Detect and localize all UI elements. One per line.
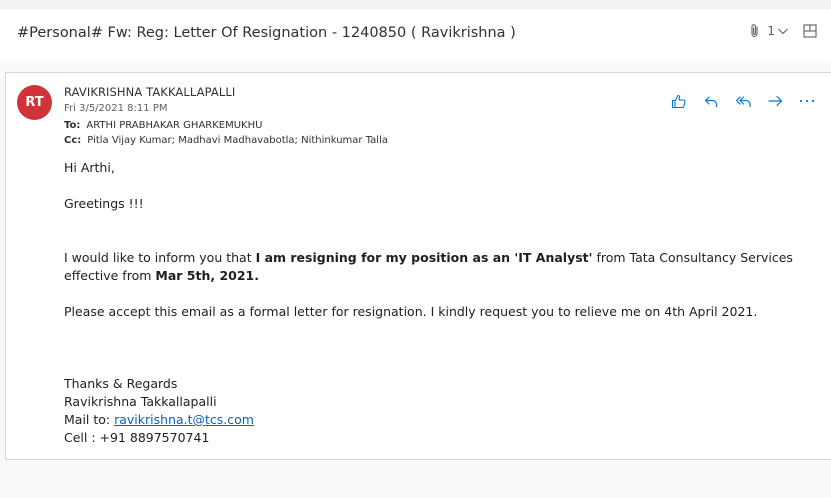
- chevron-down-icon[interactable]: [777, 26, 789, 36]
- like-icon: [671, 94, 686, 108]
- paragraph-resignation: I would like to inform you that I am res…: [64, 249, 804, 285]
- to-line: To: ARTHI PRABHAKAR GHARKEMUKHU: [64, 120, 262, 131]
- subject-line: #Personal# Fw: Reg: Letter Of Resignatio…: [17, 25, 516, 41]
- to-label: To:: [64, 120, 81, 131]
- cc-line: Cc: Pitla Vijay Kumar; Madhavi Madhavabot…: [64, 135, 388, 146]
- message-header: #Personal# Fw: Reg: Letter Of Resignatio…: [0, 9, 831, 61]
- para1-bold: I am resigning for my position as an 'IT…: [255, 250, 593, 265]
- message-card: RT RAVIKRISHNA TAKKALLAPALLI Fri 3/5/202…: [5, 72, 831, 460]
- mail-line: Mail to: ravikrishna.t@tcs.com: [64, 411, 804, 429]
- avatar[interactable]: RT: [17, 85, 52, 120]
- more-actions-button[interactable]: [798, 93, 816, 109]
- greeting: Hi Arthi,: [64, 160, 115, 175]
- header-controls: 1: [749, 23, 817, 39]
- to-recipient[interactable]: ARTHI PRABHAKAR GHARKEMUKHU: [86, 120, 262, 131]
- para1-start: I would like to inform you that: [64, 250, 256, 265]
- like-button[interactable]: [670, 93, 688, 109]
- signature-name: Ravikrishna Takkallapalli: [64, 394, 217, 409]
- forward-icon: [767, 95, 782, 107]
- email-link[interactable]: ravikrishna.t@tcs.com: [114, 412, 254, 427]
- cell-line: Cell : +91 8897570741: [64, 430, 210, 445]
- paperclip-icon[interactable]: [749, 23, 761, 39]
- reply-all-icon: [735, 95, 751, 107]
- reply-all-button[interactable]: [734, 93, 752, 109]
- message-body: Hi Arthi, Greetings !!! I would like to …: [64, 159, 804, 447]
- more-icon: [799, 99, 815, 103]
- paragraph-request: Please accept this email as a formal let…: [64, 304, 758, 319]
- cc-label: Cc:: [64, 135, 82, 146]
- open-in-new-window-icon[interactable]: [803, 24, 817, 38]
- top-strip: [0, 0, 831, 9]
- reply-icon: [704, 95, 718, 107]
- sender-name[interactable]: RAVIKRISHNA TAKKALLAPALLI: [64, 85, 235, 99]
- message-actions: [656, 93, 816, 109]
- attachment-count[interactable]: 1: [767, 24, 775, 38]
- forward-button[interactable]: [766, 93, 784, 109]
- reply-button[interactable]: [702, 93, 720, 109]
- cc-recipients[interactable]: Pitla Vijay Kumar; Madhavi Madhavabotla;…: [87, 135, 388, 146]
- para1-date: Mar 5th, 2021.: [155, 268, 259, 283]
- sent-date: Fri 3/5/2021 8:11 PM: [64, 103, 168, 114]
- closing: Thanks & Regards: [64, 376, 178, 391]
- mail-label: Mail to:: [64, 412, 115, 427]
- greetings-line: Greetings !!!: [64, 196, 144, 211]
